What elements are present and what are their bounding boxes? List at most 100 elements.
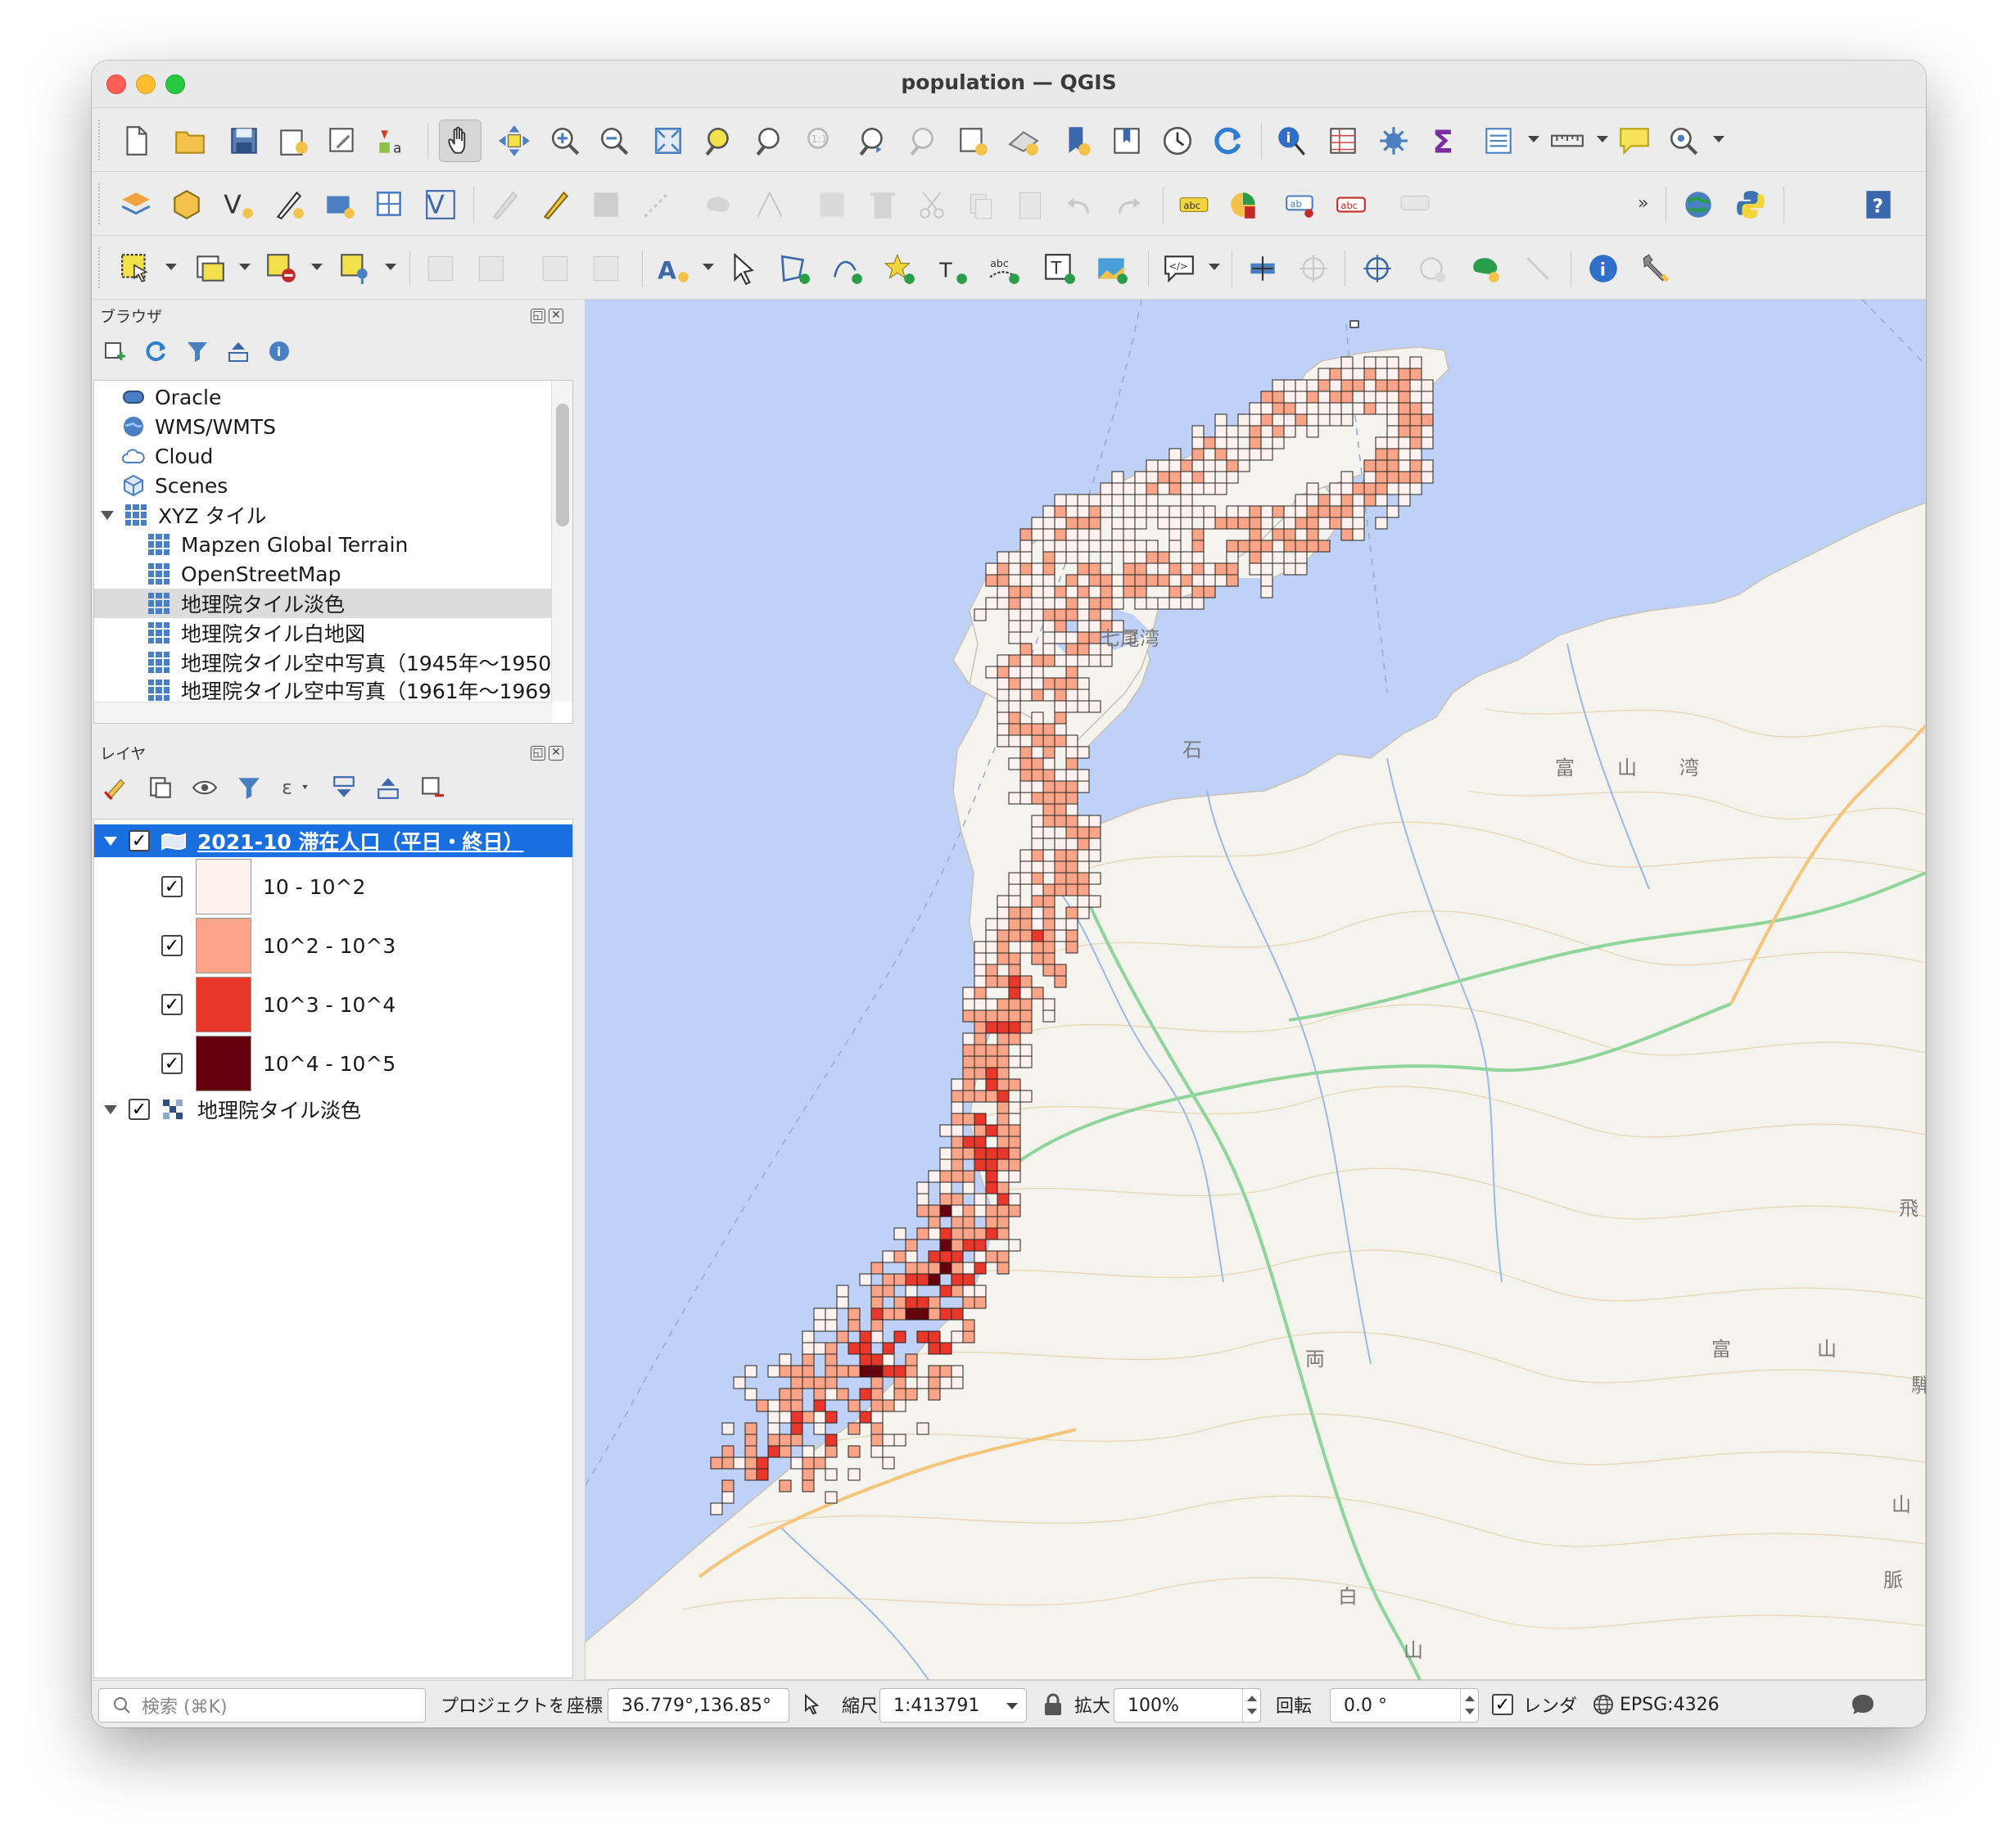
new-mesh-layer-button[interactable]: V xyxy=(419,183,462,226)
legend-item[interactable]: ✓ 10 - 10^2 xyxy=(94,857,572,916)
label-toolbar-dropdown[interactable] xyxy=(703,264,714,270)
render-checkbox[interactable]: ✓ xyxy=(1492,1694,1513,1715)
close-panel-icon[interactable]: ✕ xyxy=(549,309,563,323)
legend-item[interactable]: ✓ 10^2 - 10^3 xyxy=(94,916,572,975)
open-project-button[interactable] xyxy=(169,120,211,162)
refresh-button[interactable] xyxy=(1207,120,1250,162)
topology-button[interactable] xyxy=(1464,247,1507,290)
browser-horizontal-scrollbar[interactable] xyxy=(94,702,553,723)
select-by-value-button[interactable] xyxy=(188,247,231,290)
undo-button[interactable] xyxy=(1058,183,1101,226)
text-annotation-button[interactable]: T xyxy=(930,247,973,290)
filter-legend-icon[interactable] xyxy=(236,774,262,801)
remove-layer-icon[interactable] xyxy=(419,774,445,801)
show-statistical-summary-button[interactable]: Σ xyxy=(1423,120,1466,162)
scrollbar-thumb[interactable] xyxy=(556,404,569,526)
split-features-button[interactable] xyxy=(534,247,576,290)
browser-item-oracle[interactable]: Oracle xyxy=(122,382,221,412)
browser-item-xyz[interactable]: XYZ タイル xyxy=(101,500,266,530)
browser-item-gsi-pale[interactable]: 地理院タイル淡色 xyxy=(94,589,553,618)
georeferencer-button[interactable] xyxy=(1241,247,1284,290)
data-source-manager-button[interactable] xyxy=(115,183,157,226)
browser-item-osm[interactable]: OpenStreetMap xyxy=(148,559,341,589)
show-hide-labels-button[interactable]: abc xyxy=(1330,183,1372,226)
text-along-line-button[interactable]: abc xyxy=(983,247,1025,290)
select-by-location-tool-button[interactable] xyxy=(334,247,377,290)
quickmapservices-button[interactable] xyxy=(1677,183,1720,226)
select-location-dropdown[interactable] xyxy=(385,264,396,270)
add-polygon-button[interactable] xyxy=(698,183,740,226)
properties-icon[interactable]: i xyxy=(267,339,292,364)
new-temporary-layer-button[interactable] xyxy=(267,183,310,226)
label-toolbar-button[interactable]: A xyxy=(652,247,694,290)
save-project-button[interactable] xyxy=(223,120,265,162)
collapse-all-layers-icon[interactable] xyxy=(375,774,401,801)
about-plugin-button[interactable]: i xyxy=(1582,247,1625,290)
html-annotation-button[interactable]: </> xyxy=(1158,247,1200,290)
select-features-dropdown[interactable] xyxy=(165,264,177,270)
browser-item-gsi-photo-1945[interactable]: 地理院タイル空中写真（1945年～1950 xyxy=(148,648,551,677)
zoom-in-button[interactable] xyxy=(544,120,586,162)
html-annotation-dropdown[interactable] xyxy=(1209,264,1220,270)
save-edits-button[interactable] xyxy=(585,183,627,226)
browser-item-gsi-blank[interactable]: 地理院タイル白地図 xyxy=(148,618,365,648)
new-project-button[interactable] xyxy=(115,120,157,162)
browser-item-scenes[interactable]: Scenes xyxy=(122,471,228,500)
float-panel-icon[interactable]: ◱ xyxy=(531,746,545,761)
magnifier-stepper[interactable] xyxy=(1242,1689,1260,1722)
scale-combobox[interactable]: 1:413791 xyxy=(879,1688,1027,1723)
layer-visibility-checkbox[interactable]: ✓ xyxy=(129,830,150,851)
toolbar-grip[interactable] xyxy=(98,183,103,224)
coordinate-field[interactable]: 36.779°,136.85° xyxy=(608,1688,789,1723)
merge-features-button[interactable] xyxy=(585,247,627,290)
toolbar-grip[interactable] xyxy=(98,247,103,288)
new-geopackage-layer-button[interactable] xyxy=(165,183,208,226)
snapping-button[interactable] xyxy=(1356,247,1399,290)
legend-checkbox[interactable]: ✓ xyxy=(161,876,183,897)
text-box-annotation-button[interactable]: T xyxy=(1038,247,1081,290)
map-tips-button[interactable] xyxy=(1613,120,1656,162)
select-by-location-dropdown[interactable] xyxy=(1713,136,1724,142)
new-3d-view-button[interactable] xyxy=(1002,120,1045,162)
diagram-options-button[interactable] xyxy=(1222,183,1264,226)
zoom-last-button[interactable] xyxy=(852,120,894,162)
measure-dropdown[interactable] xyxy=(1597,136,1608,142)
browser-item-wms[interactable]: WMS/WMTS xyxy=(122,412,276,441)
vertex-tool-button[interactable] xyxy=(748,183,791,226)
layer-item-gsi-pale[interactable]: ✓ 地理院タイル淡色 xyxy=(94,1093,572,1126)
select-by-value-dropdown[interactable] xyxy=(239,264,251,270)
refresh-browser-icon[interactable] xyxy=(144,339,169,364)
filter-by-expression-icon[interactable]: ε xyxy=(280,774,313,801)
new-spatialite-layer-button[interactable] xyxy=(318,183,360,226)
redo-button[interactable] xyxy=(1107,183,1150,226)
close-panel-icon[interactable]: ✕ xyxy=(549,746,563,761)
magnifier-spinbox[interactable]: 100% xyxy=(1114,1688,1261,1723)
legend-item[interactable]: ✓ 10^4 - 10^5 xyxy=(94,1034,572,1093)
expand-arrow-icon[interactable] xyxy=(101,510,114,520)
open-attribute-table-button[interactable] xyxy=(1322,120,1364,162)
label-options-button[interactable]: abc xyxy=(1173,183,1215,226)
pan-map-button[interactable] xyxy=(439,120,481,162)
reshape-button[interactable] xyxy=(419,247,462,290)
expand-arrow-icon[interactable] xyxy=(104,836,117,846)
map-canvas[interactable]: 七尾湾 富 山 湾 石 両 白 山 富 山 飛 騨 脈 山 xyxy=(585,300,1926,1680)
style-manager-button[interactable]: a xyxy=(370,120,413,162)
lock-scale-toggle[interactable] xyxy=(1042,1681,1065,1727)
delete-selected-button[interactable] xyxy=(861,183,904,226)
marker-annotation-button[interactable] xyxy=(878,247,920,290)
digitize-button[interactable] xyxy=(635,183,678,226)
zoom-native-button[interactable]: 1:1 xyxy=(798,120,840,162)
new-bookmark-button[interactable] xyxy=(1056,120,1099,162)
legend-checkbox[interactable]: ✓ xyxy=(161,994,183,1015)
expand-arrow-icon[interactable] xyxy=(104,1104,117,1114)
toolbar-more-button[interactable]: » xyxy=(1638,193,1648,214)
manage-visibility-icon[interactable] xyxy=(192,774,218,801)
zoom-to-layer-button[interactable] xyxy=(748,120,791,162)
browser-vertical-scrollbar[interactable] xyxy=(551,381,572,702)
show-bookmarks-button[interactable] xyxy=(1105,120,1148,162)
new-virtual-layer-button[interactable] xyxy=(368,183,411,226)
field-calculator-dropdown[interactable] xyxy=(1528,136,1539,142)
zoom-to-selection-button[interactable] xyxy=(698,120,740,162)
gps-button[interactable] xyxy=(1292,247,1335,290)
new-print-layout-button[interactable] xyxy=(272,120,314,162)
